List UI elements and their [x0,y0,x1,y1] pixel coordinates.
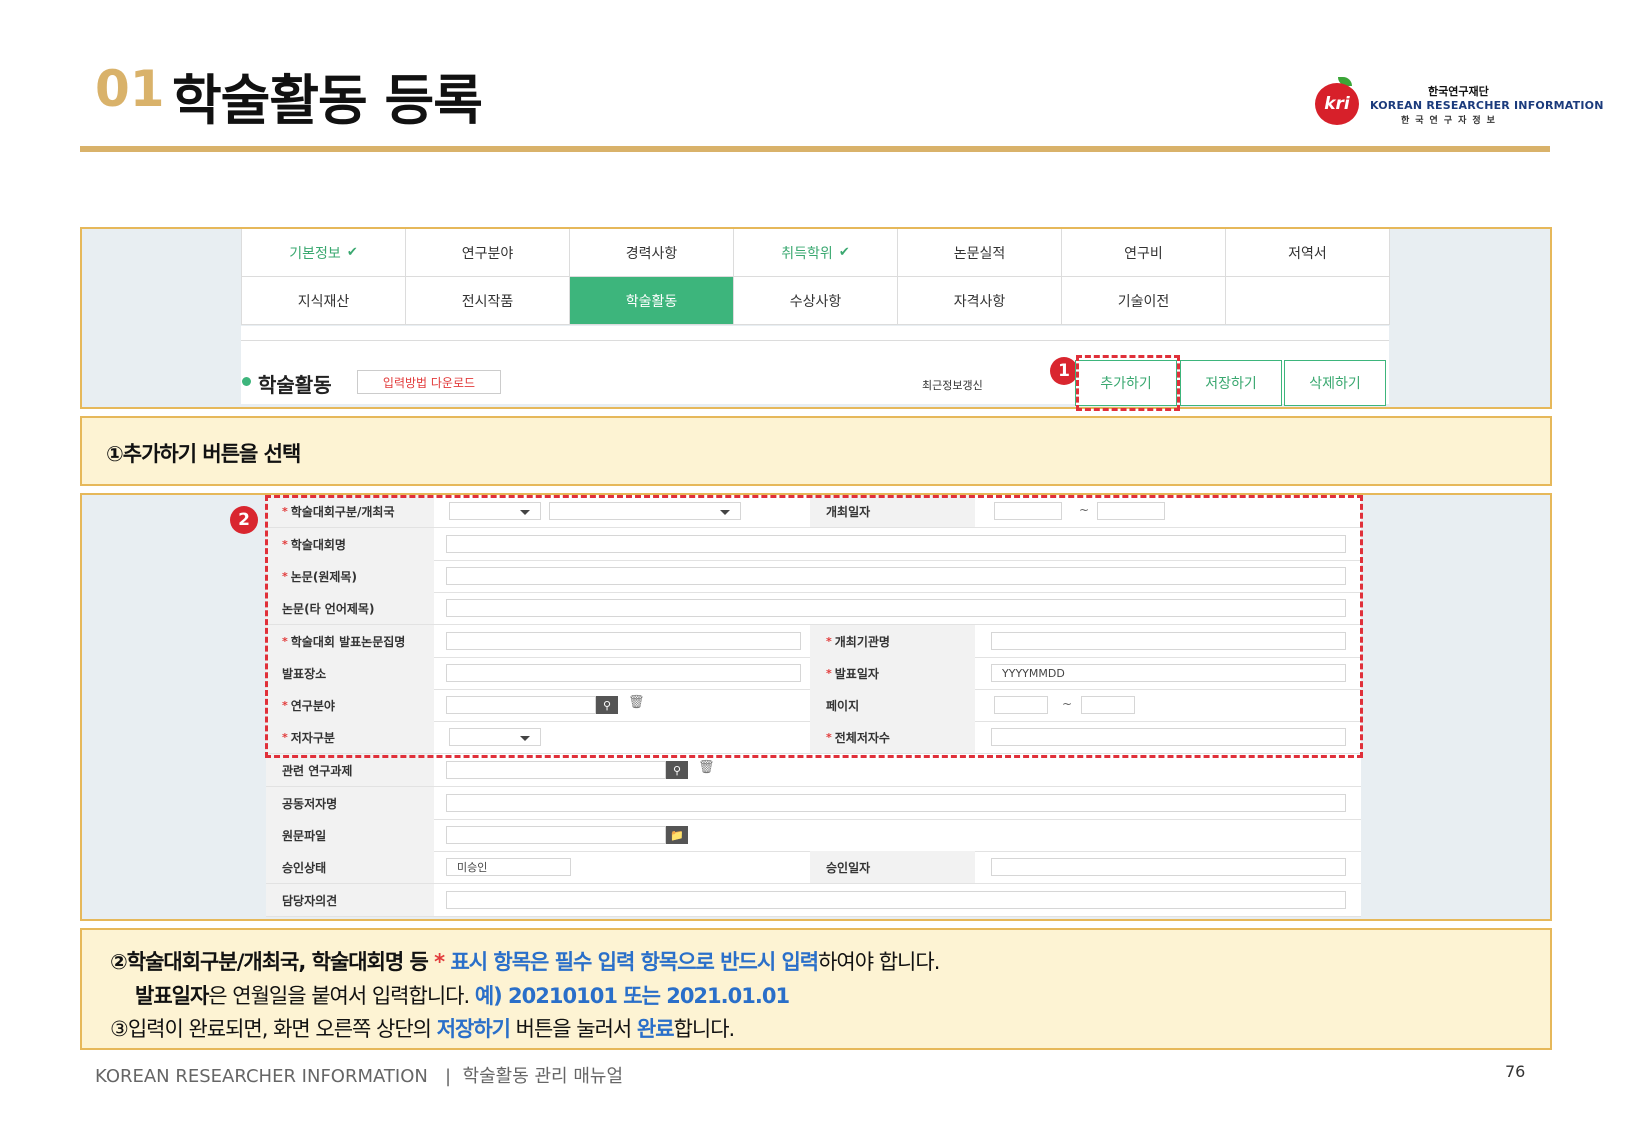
check-icon: ✔ [346,245,358,260]
label-approval-status: 승인상태 [266,851,434,883]
download-guide-button[interactable]: 입력방법 다운로드 [357,370,501,394]
logo-korean-spaced: 한국연구자정보 [1401,116,1501,126]
approval-status-field: 미승인 [446,858,571,876]
tab-research-field[interactable]: 연구분야 [406,229,570,277]
delete-button[interactable]: 삭제하기 [1284,360,1386,406]
divider [241,340,1389,341]
tab-degree[interactable]: 취득학위 ✔ [734,229,898,277]
section-number: 01 [95,60,165,118]
manager-opinion-field [446,891,1346,909]
label-coauthors: 공동저자명 [266,787,434,819]
trash-icon[interactable]: 🗑 [698,760,715,775]
coauthors-input[interactable] [446,794,1346,812]
approval-date-field [991,858,1346,876]
step-badge-1: 1 [1050,357,1078,385]
tab-qualifications[interactable]: 자격사항 [898,277,1062,325]
tab-empty [1226,277,1390,325]
tab-tech-transfer[interactable]: 기술이전 [1062,277,1226,325]
highlight-add-button [1076,355,1180,411]
page-title: 학술활동 등록 [172,69,483,132]
label-file: 원문파일 [266,819,434,851]
bullet-icon [242,377,251,386]
tab-papers[interactable]: 논문실적 [898,229,1062,277]
search-icon[interactable]: ⚲ [666,761,688,779]
section-title: 학술활동 [258,373,332,397]
recent-update-label: 최근정보갱신 [922,379,983,392]
category-tabs: 기본정보 ✔ 연구분야 경력사항 취득학위 ✔ 논문실적 연구비 저역서 지식재산 … [241,229,1390,325]
instruction-date-format: 발표일자은 연월일을 붙여서 입력합니다. 예) 20210101 또는 202… [135,984,790,1008]
tab-books[interactable]: 저역서 [1226,229,1390,277]
logo-korean-name: 한국연구재단 [1428,85,1489,98]
project-input[interactable] [446,761,666,779]
tab-academic-activity[interactable]: 학술활동 [570,277,734,325]
form-row: 원문파일 📁 [266,819,1361,852]
footer-text: KOREAN RESEARCHER INFORMATION | 학술활동 관리 … [95,1066,624,1087]
tab-exhibitions[interactable]: 전시작품 [406,277,570,325]
instruction-step-1: ①추가하기 버튼을 선택 [106,442,301,466]
folder-icon[interactable]: 📁 [666,826,688,844]
form-row: 담당자의견 [266,884,1361,917]
instruction-box-1 [80,416,1552,486]
form-row: 승인상태 미승인 승인일자 [266,851,1361,884]
highlight-required-fields [265,495,1363,758]
check-icon: ✔ [838,245,850,260]
form-row: 공동저자명 [266,787,1361,820]
file-input[interactable] [446,826,666,844]
label-approval-date: 승인일자 [810,851,975,883]
kri-logo-icon: kri [1315,83,1359,125]
logo-english-name: KOREAN RESEARCHER INFORMATION [1370,99,1604,112]
tab-intellectual-property[interactable]: 지식재산 [242,277,406,325]
instruction-step-2: ②학술대회구분/개최국, 학술대회명 등 * 표시 항목은 필수 입력 항목으로… [110,950,940,974]
step-badge-2: 2 [230,506,258,534]
tab-career[interactable]: 경력사항 [570,229,734,277]
instruction-step-3: ③입력이 완료되면, 화면 오른쪽 상단의 저장하기 버튼을 눌러서 완료합니다… [110,1017,735,1041]
tab-basic-info[interactable]: 기본정보 ✔ [242,229,406,277]
save-button[interactable]: 저장하기 [1180,360,1282,406]
label-manager-opinion: 담당자의견 [266,884,434,916]
header-divider [80,146,1550,152]
page-number: 76 [1505,1062,1526,1081]
tab-research-funds[interactable]: 연구비 [1062,229,1226,277]
tab-awards[interactable]: 수상사항 [734,277,898,325]
label-project: 관련 연구과제 [266,754,434,786]
form-row: 관련 연구과제 ⚲ 🗑 [266,754,1361,787]
